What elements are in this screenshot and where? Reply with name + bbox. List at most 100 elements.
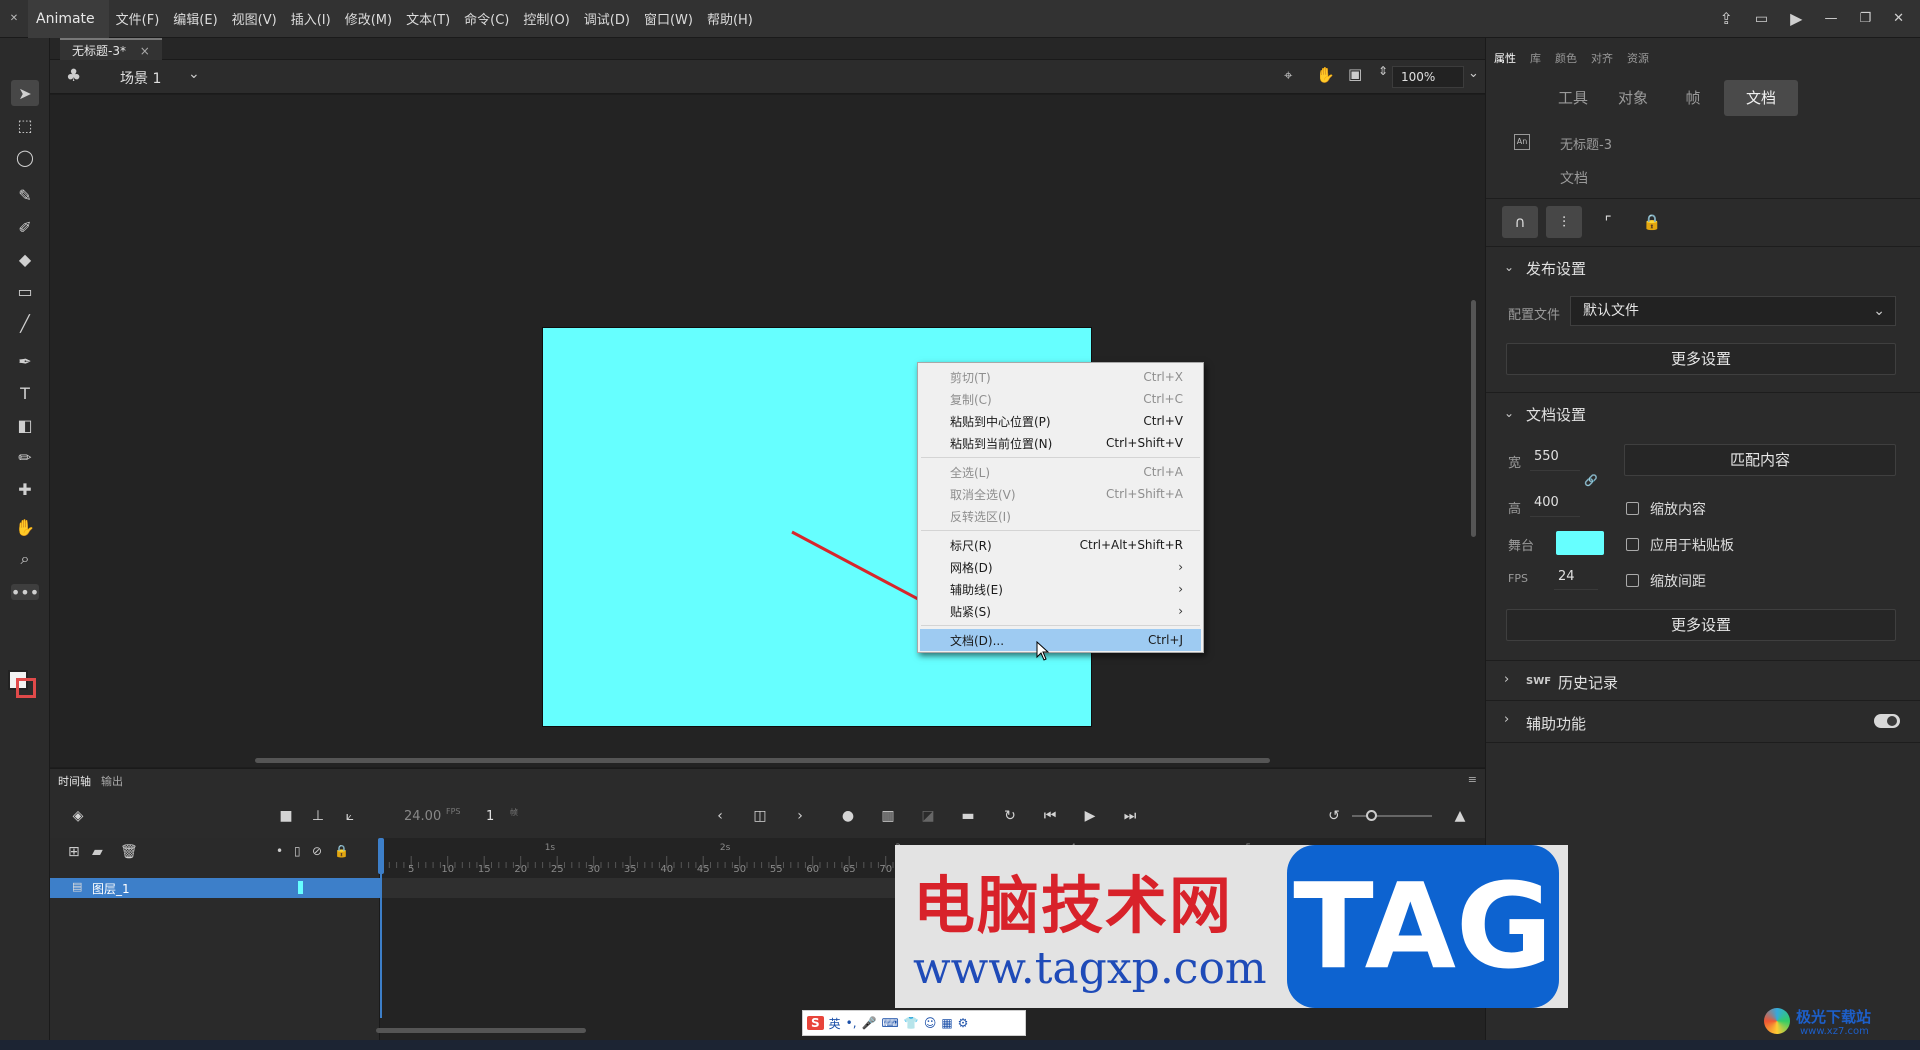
publish-settings-title[interactable]: 发布设置 <box>1526 258 1586 279</box>
menu-item[interactable]: 视图(V) <box>225 9 284 28</box>
fps-field[interactable]: 24 <box>1554 564 1598 590</box>
settings-icon[interactable]: ⚙ <box>958 1016 969 1030</box>
width-field[interactable]: 550 <box>1530 443 1580 471</box>
brush-tool-icon[interactable]: ✐ <box>11 214 39 240</box>
loop-icon[interactable]: ↻ <box>1000 805 1020 827</box>
timeline-tab[interactable]: 时间轴 <box>58 773 91 789</box>
pen-tool-icon[interactable]: ✒ <box>11 348 39 374</box>
scene-dropdown-icon[interactable]: ⌄ <box>188 66 200 82</box>
context-menu-item[interactable]: 粘贴到当前位置(N) Ctrl+Shift+V <box>918 432 1203 454</box>
ruler-icon[interactable]: ⌜ <box>1590 206 1626 238</box>
vertical-scrollbar[interactable] <box>1471 300 1476 537</box>
microphone-icon[interactable]: 🎤 <box>862 1016 877 1030</box>
line-tool-icon[interactable]: ╱ <box>11 310 39 336</box>
eraser-tool-icon[interactable]: ◆ <box>11 246 39 272</box>
accessibility-title[interactable]: 辅助功能 <box>1526 713 1586 734</box>
apply-pasteboard-checkbox[interactable] <box>1626 538 1639 551</box>
zoom-field[interactable]: 100% <box>1392 66 1464 88</box>
match-contents-button[interactable]: 匹配内容 <box>1624 444 1896 476</box>
link-dimensions-icon[interactable]: 🔗 <box>1584 474 1598 487</box>
horizontal-scrollbar[interactable] <box>255 758 1270 763</box>
test-movie-icon[interactable]: ▶ <box>1790 9 1802 28</box>
menu-item[interactable]: 插入(I) <box>284 9 338 28</box>
panel-tab[interactable]: 颜色 <box>1555 50 1577 68</box>
lock-icon[interactable]: 🔒 <box>334 844 349 858</box>
slider-knob[interactable] <box>1366 810 1377 821</box>
share-icon[interactable]: ⇪ <box>1719 9 1732 28</box>
lasso-tool-icon[interactable]: ◯ <box>11 144 39 170</box>
close-icon[interactable]: ✕ <box>1893 11 1904 26</box>
graph-icon[interactable]: ⟀ <box>340 805 360 827</box>
context-menu-item[interactable]: 反转选区(I) <box>918 505 1203 527</box>
visibility-icon[interactable]: ⊘ <box>312 844 322 858</box>
zoom-tool-icon[interactable]: ⌕ <box>11 546 39 572</box>
layer-row[interactable]: ▤ 图层_1 <box>50 878 380 898</box>
skin-icon[interactable]: 👕 <box>904 1016 919 1030</box>
onion-skin-icon[interactable]: ● <box>838 805 858 827</box>
insert-blank-keyframe-icon[interactable]: ▬ <box>958 805 978 827</box>
current-frame[interactable]: 1 <box>486 809 494 824</box>
panel-tab[interactable]: 资源 <box>1627 50 1649 68</box>
menu-item[interactable]: 文本(T) <box>399 9 457 28</box>
swf-history-title[interactable]: 历史记录 <box>1558 672 1618 693</box>
scene-name[interactable]: 场景 1 <box>120 68 161 88</box>
toolbox-icon[interactable]: ▦ <box>941 1016 952 1030</box>
properties-segment[interactable]: 文档 <box>1724 80 1798 116</box>
panel-tab[interactable]: 库 <box>1530 50 1541 68</box>
tab-close-icon[interactable]: × <box>140 44 150 58</box>
next-keyframe-icon[interactable]: › <box>790 805 810 827</box>
camera-edit-icon[interactable]: ✋ <box>1316 66 1335 84</box>
hand-tool-icon[interactable]: ✋ <box>11 514 39 540</box>
outline-icon[interactable]: ▯ <box>294 844 301 858</box>
ime-mode[interactable]: 英 <box>829 1015 841 1032</box>
timeline-scrollbar[interactable] <box>376 1028 586 1033</box>
scale-spacing-checkbox[interactable] <box>1626 574 1639 587</box>
context-menu-item[interactable]: 取消全选(V) Ctrl+Shift+A <box>918 483 1203 505</box>
context-menu-item[interactable]: 贴紧(S) › <box>918 600 1203 622</box>
keyboard-icon[interactable]: ⌨ <box>882 1016 899 1030</box>
properties-segment[interactable]: 帧 <box>1656 80 1730 116</box>
accessibility-toggle[interactable] <box>1874 714 1900 728</box>
camera-icon[interactable]: ■ <box>276 805 296 827</box>
stage-pasteboard[interactable] <box>50 95 1485 767</box>
eyedropper-tool-icon[interactable]: ✏ <box>11 444 39 470</box>
layer-parenting-icon[interactable]: ⊥ <box>308 805 328 827</box>
menu-item[interactable]: 命令(C) <box>457 9 516 28</box>
layer-color-swatch[interactable] <box>298 881 303 894</box>
highlight-dot-icon[interactable]: • <box>276 844 283 858</box>
minimize-icon[interactable]: — <box>1824 11 1837 26</box>
context-menu-item[interactable]: 文档(D)... Ctrl+J <box>920 629 1201 651</box>
text-tool-icon[interactable]: T <box>11 380 39 406</box>
edit-multiple-frames-icon[interactable]: ▥ <box>878 805 898 827</box>
prev-keyframe-icon[interactable]: ‹ <box>710 805 730 827</box>
paint-bucket-tool-icon[interactable]: ◧ <box>11 412 39 438</box>
lock-guides-icon[interactable]: 🔒 <box>1634 206 1670 238</box>
paint-brush-tool-icon[interactable]: ✎ <box>11 182 39 208</box>
zoom-stepper-icon[interactable]: ⇕ <box>1378 64 1388 78</box>
context-menu-item[interactable]: 粘贴到中心位置(P) Ctrl+V <box>918 410 1203 432</box>
chevron-right-icon[interactable]: › <box>1504 712 1509 727</box>
publish-more-settings-button[interactable]: 更多设置 <box>1506 343 1896 375</box>
chevron-down-icon[interactable]: ⌄ <box>1504 260 1514 274</box>
context-menu-item[interactable]: 剪切(T) Ctrl+X <box>918 366 1203 388</box>
chevron-down-icon[interactable]: ⌄ <box>1504 406 1514 420</box>
menu-item[interactable]: 帮助(H) <box>700 9 760 28</box>
menu-item[interactable]: 调试(D) <box>577 9 637 28</box>
restore-icon[interactable]: ❐ <box>1859 11 1871 26</box>
selection-tool-icon[interactable]: ➤ <box>11 80 39 106</box>
panel-tab[interactable]: 对齐 <box>1591 50 1613 68</box>
play-icon[interactable]: ▶ <box>1080 805 1100 827</box>
snap-magnet-icon[interactable]: ∩ <box>1502 206 1538 238</box>
insert-keyframe-icon[interactable]: ◫ <box>750 805 770 827</box>
fps-display[interactable]: 24.00 <box>404 809 441 824</box>
step-forward-icon[interactable]: ⏭ <box>1120 805 1140 827</box>
new-folder-icon[interactable]: ▰ <box>92 844 103 860</box>
more-tools-icon[interactable]: ••• <box>11 583 39 602</box>
menu-item[interactable]: 修改(M) <box>338 9 399 28</box>
context-menu-item[interactable]: 复制(C) Ctrl+C <box>918 388 1203 410</box>
delete-layer-icon[interactable]: 🗑 <box>120 844 138 860</box>
pin-tool-icon[interactable]: ✚ <box>11 476 39 502</box>
panel-layout-icon[interactable]: ▭ <box>1755 11 1768 27</box>
clip-stage-icon[interactable]: ▣ <box>1348 65 1362 83</box>
document-tab[interactable]: 无标题-3* × <box>60 38 162 60</box>
